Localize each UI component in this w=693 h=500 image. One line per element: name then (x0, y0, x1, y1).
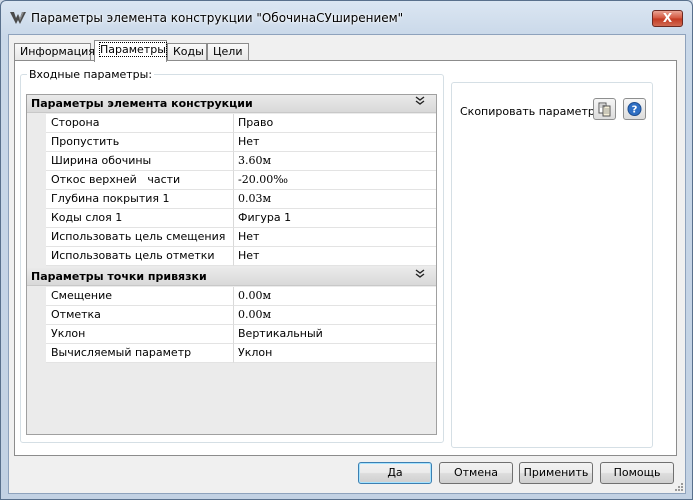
close-button[interactable]: X (652, 10, 683, 27)
collapse-chevron-icon[interactable] (414, 96, 426, 110)
help-button[interactable]: ? (623, 98, 646, 120)
property-row[interactable]: Смещение 0.00м (27, 287, 436, 306)
property-value[interactable]: Вертикальный (234, 325, 436, 344)
property-name: Ширина обочины (46, 152, 234, 171)
property-value[interactable]: Нет (234, 228, 436, 247)
property-name: Пропустить (46, 133, 234, 152)
property-value[interactable]: -20.00‰ (234, 171, 436, 190)
resize-grip-icon[interactable] (672, 480, 684, 492)
property-value[interactable]: 3.60м (234, 152, 436, 171)
property-row[interactable]: Уклон Вертикальный (27, 325, 436, 344)
property-value[interactable]: 0.00м (234, 306, 436, 325)
tab-label: Цели (213, 45, 243, 58)
property-value[interactable]: Нет (234, 133, 436, 152)
property-row[interactable]: Глубина покрытия 1 0.03м (27, 190, 436, 209)
property-grid[interactable]: Параметры элемента конструкции Сторона П… (26, 94, 437, 435)
section-title: Параметры элемента конструкции (31, 97, 253, 110)
property-value[interactable]: Фигура 1 (234, 209, 436, 228)
app-logo-icon (10, 12, 26, 24)
window-title: Параметры элемента конструкции "ОбочинаС… (31, 11, 404, 25)
property-name: Вычисляемый параметр (46, 344, 234, 363)
property-name: Использовать цель смещения (46, 228, 234, 247)
apply-button[interactable]: Применить (519, 462, 593, 484)
property-name: Откос верхней части (46, 171, 234, 190)
property-name: Коды слоя 1 (46, 209, 234, 228)
section-title: Параметры точки привязки (31, 270, 207, 283)
dialog-client-area: Информация Параметры Коды Цели Входные п… (8, 34, 686, 494)
ok-button[interactable]: Да (358, 462, 432, 484)
property-value[interactable]: Уклон (234, 344, 436, 363)
property-row[interactable]: Откос верхней части -20.00‰ (27, 171, 436, 190)
svg-text:?: ? (632, 105, 638, 116)
property-row[interactable]: Коды слоя 1 Фигура 1 (27, 209, 436, 228)
copy-parameters-button[interactable] (593, 98, 616, 120)
property-name: Сторона (46, 114, 234, 133)
section-header-anchor-point[interactable]: Параметры точки привязки (27, 268, 436, 286)
property-value[interactable]: 0.00м (234, 287, 436, 306)
cancel-button[interactable]: Отмена (439, 462, 513, 484)
property-name: Использовать цель отметки (46, 247, 234, 266)
property-value[interactable]: Право (234, 114, 436, 133)
property-row[interactable]: Вычисляемый параметр Уклон (27, 344, 436, 363)
tab-information[interactable]: Информация (14, 43, 95, 61)
property-row[interactable]: Использовать цель отметки Нет (27, 247, 436, 266)
property-value[interactable]: 0.03м (234, 190, 436, 209)
parameters-tab-page: Входные параметры: Параметры элемента ко… (14, 60, 677, 456)
property-value[interactable]: Нет (234, 247, 436, 266)
tab-parameters[interactable]: Параметры (94, 40, 167, 62)
property-row[interactable]: Ширина обочины 3.60м (27, 152, 436, 171)
copy-parameters-panel: Скопировать параметры ? (451, 82, 653, 448)
title-bar[interactable]: Параметры элемента конструкции "ОбочинаС… (1, 1, 692, 34)
input-parameters-label: Входные параметры: (27, 68, 155, 81)
tab-label: Параметры (99, 42, 167, 57)
property-name: Глубина покрытия 1 (46, 190, 234, 209)
property-name: Смещение (46, 287, 234, 306)
property-name: Уклон (46, 325, 234, 344)
property-row[interactable]: Отметка 0.00м (27, 306, 436, 325)
tab-label: Информация (20, 45, 95, 58)
collapse-chevron-icon[interactable] (414, 269, 426, 283)
section-header-construction-element[interactable]: Параметры элемента конструкции (27, 95, 436, 113)
help-dialog-button[interactable]: Помощь (600, 462, 674, 484)
tab-codes[interactable]: Коды (167, 43, 207, 61)
tab-targets[interactable]: Цели (207, 43, 249, 61)
property-row[interactable]: Сторона Право (27, 114, 436, 133)
copy-params-icon (598, 102, 611, 117)
copy-parameters-label: Скопировать параметры (460, 105, 604, 118)
input-parameters-group: Входные параметры: Параметры элемента ко… (20, 68, 444, 443)
property-row[interactable]: Использовать цель смещения Нет (27, 228, 436, 247)
property-name: Отметка (46, 306, 234, 325)
help-icon: ? (627, 102, 642, 116)
property-row[interactable]: Пропустить Нет (27, 133, 436, 152)
dialog-window: Параметры элемента конструкции "ОбочинаС… (0, 0, 693, 500)
tab-label: Коды (173, 45, 204, 58)
